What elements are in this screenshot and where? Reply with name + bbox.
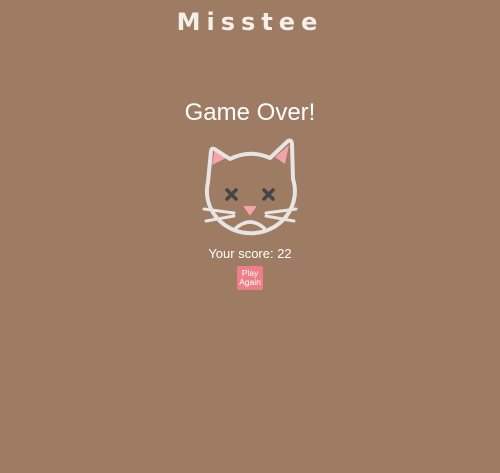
app-logo: Misstee [176,8,324,36]
play-again-button[interactable]: Play Again [237,266,263,290]
dead-cat-face-icon [200,137,300,242]
score-display: Your score: 22 [208,246,292,261]
game-over-title: Game Over! [184,99,316,126]
